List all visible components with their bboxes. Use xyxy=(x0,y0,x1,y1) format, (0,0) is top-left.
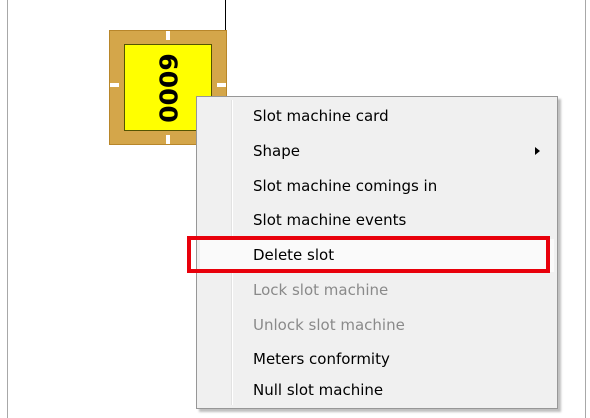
menu-item-shape[interactable]: Shape xyxy=(200,135,554,168)
menu-item-lock-slot-machine: Lock slot machine xyxy=(200,274,554,307)
context-menu: Slot machine card Shape Slot machine com… xyxy=(196,96,558,409)
menu-item-delete-slot[interactable]: Delete slot xyxy=(200,239,554,272)
menu-item-slot-machine-events[interactable]: Slot machine events xyxy=(200,204,554,237)
submenu-arrow-icon xyxy=(535,147,540,155)
menu-item-label: Null slot machine xyxy=(253,381,384,399)
menu-item-unlock-slot-machine: Unlock slot machine xyxy=(200,309,554,342)
resize-handle-right[interactable] xyxy=(217,83,226,87)
menu-item-null-slot-machine[interactable]: Null slot machine xyxy=(200,374,554,407)
slot-number-label: 6000 xyxy=(153,52,183,123)
menu-item-slot-machine-card[interactable]: Slot machine card xyxy=(200,100,554,133)
menu-item-label: Meters conformity xyxy=(253,350,390,368)
menu-item-meters-conformity[interactable]: Meters conformity xyxy=(200,343,554,376)
menu-item-label: Slot machine card xyxy=(253,107,389,125)
menu-item-label: Delete slot xyxy=(253,246,335,264)
resize-handle-top[interactable] xyxy=(166,31,170,40)
menu-item-label: Lock slot machine xyxy=(253,281,389,299)
menu-item-label: Shape xyxy=(253,142,300,160)
menu-item-label: Slot machine events xyxy=(253,211,407,229)
resize-handle-bottom[interactable] xyxy=(166,135,170,144)
menu-item-slot-machine-comings-in[interactable]: Slot machine comings in xyxy=(200,170,554,203)
screenshot-canvas: 6000 Slot machine card Shape Slot machin… xyxy=(0,0,590,418)
menu-item-label: Slot machine comings in xyxy=(253,177,438,195)
menu-item-label: Unlock slot machine xyxy=(253,316,405,334)
resize-handle-left[interactable] xyxy=(110,83,119,87)
